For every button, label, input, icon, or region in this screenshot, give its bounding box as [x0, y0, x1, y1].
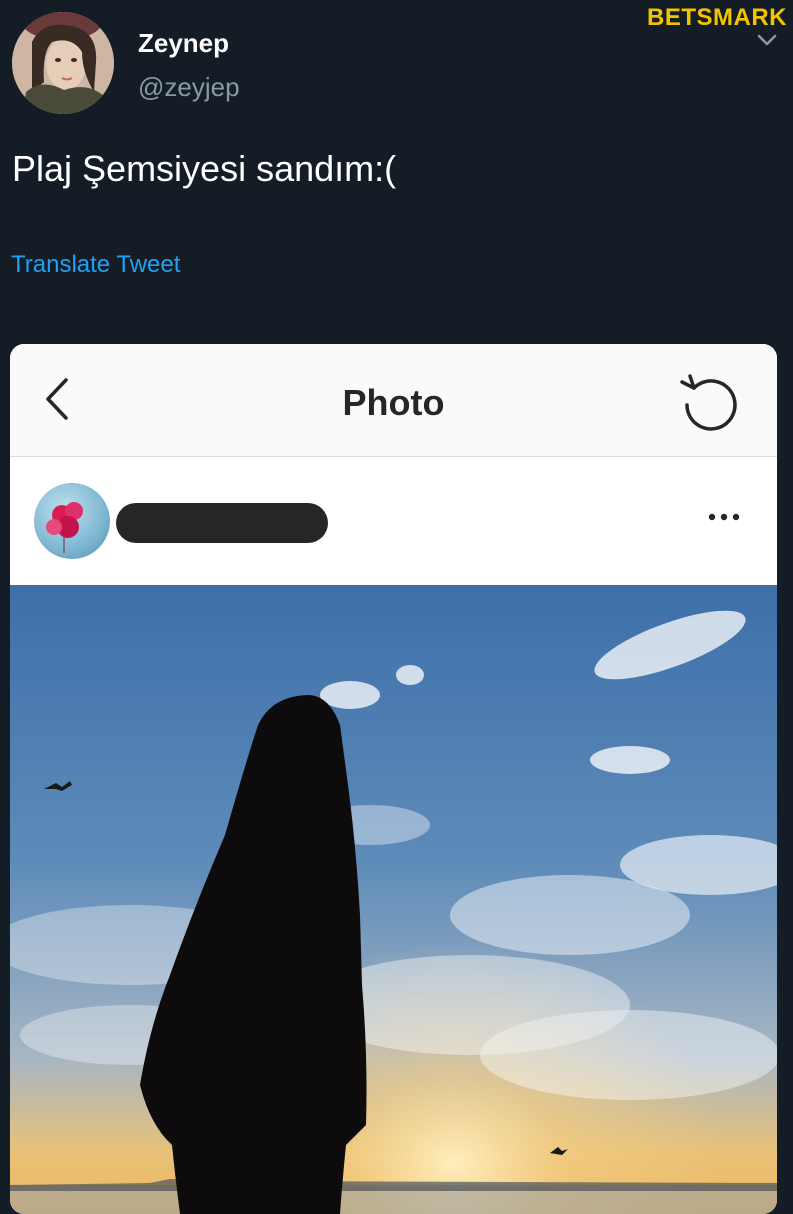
translate-tweet-link[interactable]: Translate Tweet: [11, 251, 180, 279]
ig-top-bar: Photo: [10, 344, 777, 457]
balloon-icon: [46, 502, 83, 553]
tweet-text: Plaj Şemsiyesi sandım:(: [12, 148, 397, 189]
ig-page-title: Photo: [342, 382, 445, 423]
avatar-image: [12, 12, 114, 114]
avatar[interactable]: [12, 12, 114, 114]
refresh-icon[interactable]: [678, 372, 740, 434]
display-name[interactable]: Zeynep: [138, 28, 229, 59]
redacted-username: [116, 503, 328, 543]
user-handle[interactable]: @zeyjep: [138, 72, 240, 103]
ig-post-photo: [10, 585, 777, 1214]
ig-post-header: [10, 457, 777, 585]
tweet-header: Zeynep @zeyjep BETSMARK: [0, 0, 793, 130]
sky-silhouette-image: [10, 585, 777, 1214]
watermark-logo: BETSMARK: [647, 4, 787, 31]
ig-avatar[interactable]: [34, 483, 110, 559]
more-horizontal-icon[interactable]: [700, 497, 748, 537]
tweet-media-image[interactable]: Photo: [10, 344, 777, 1214]
chevron-down-icon[interactable]: [756, 30, 778, 50]
